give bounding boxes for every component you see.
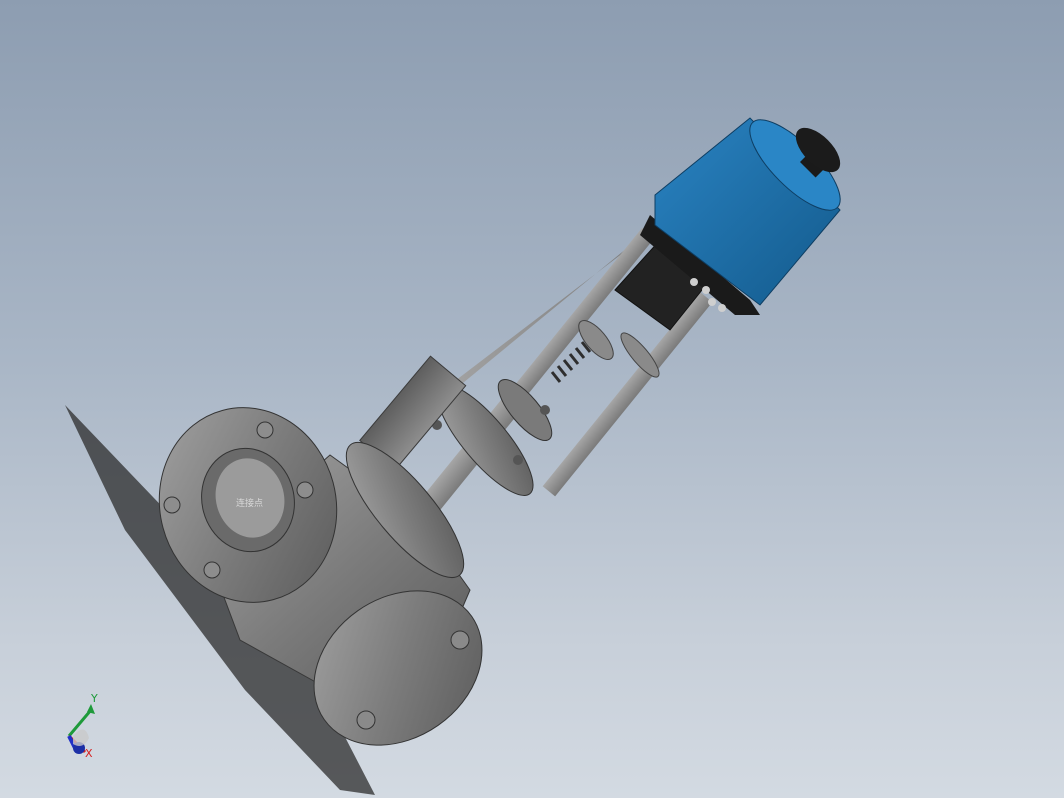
port-label: 连接点 (236, 499, 264, 509)
graphics-viewport[interactable]: 连接点 Y X (0, 0, 1064, 798)
triad-x-label: X (85, 747, 93, 760)
electric-actuator[interactable] (614, 107, 853, 331)
valve-model-scene[interactable] (0, 0, 1064, 798)
view-triad: Y X (55, 692, 105, 762)
triad-y-label: Y (91, 692, 98, 705)
